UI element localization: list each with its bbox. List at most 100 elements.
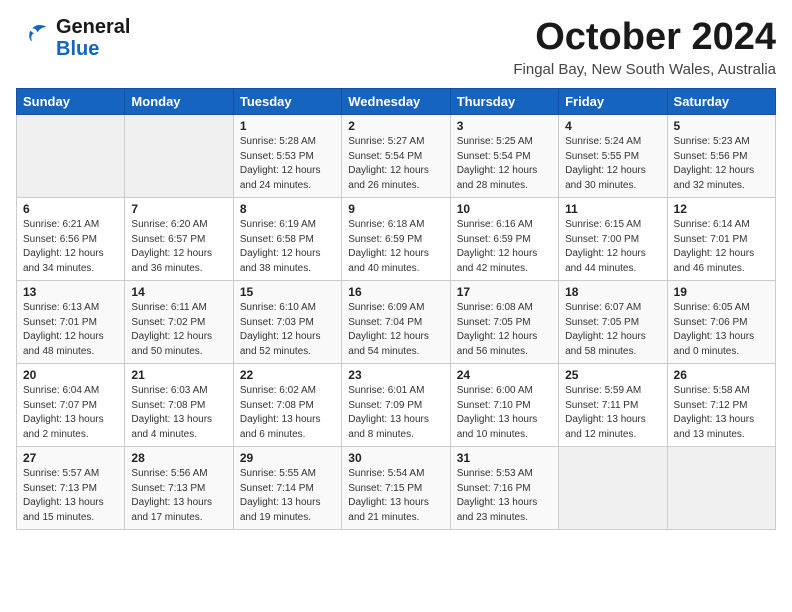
day-info: Sunrise: 5:54 AM Sunset: 7:15 PM Dayligh… (348, 467, 443, 525)
day-number: 3 (457, 119, 552, 133)
day-number: 9 (348, 202, 443, 216)
day-number: 20 (23, 368, 118, 382)
day-number: 11 (565, 202, 660, 216)
day-info: Sunrise: 5:28 AM Sunset: 5:53 PM Dayligh… (240, 135, 335, 193)
day-info: Sunrise: 6:03 AM Sunset: 7:08 PM Dayligh… (131, 384, 226, 442)
month-title: October 2024 (513, 16, 776, 59)
calendar-cell (667, 447, 775, 530)
calendar-week-row: 13Sunrise: 6:13 AM Sunset: 7:01 PM Dayli… (17, 281, 776, 364)
day-number: 25 (565, 368, 660, 382)
day-number: 10 (457, 202, 552, 216)
calendar-cell: 1 Sunrise: 5:28 AM Sunset: 5:53 PM Daylig… (233, 115, 341, 198)
calendar-cell (125, 115, 233, 198)
day-info: Sunrise: 6:11 AM Sunset: 7:02 PM Dayligh… (131, 301, 226, 359)
calendar-cell: 16Sunrise: 6:09 AM Sunset: 7:04 PM Dayli… (342, 281, 450, 364)
calendar-week-row: 1 Sunrise: 5:28 AM Sunset: 5:53 PM Daylig… (17, 115, 776, 198)
day-info: Sunrise: 6:19 AM Sunset: 6:58 PM Dayligh… (240, 218, 335, 276)
day-number: 18 (565, 285, 660, 299)
day-info: Sunrise: 5:27 AM Sunset: 5:54 PM Dayligh… (348, 135, 443, 193)
page-header: General Blue October 2024 Fingal Bay, Ne… (16, 16, 776, 78)
day-info: Sunrise: 6:08 AM Sunset: 7:05 PM Dayligh… (457, 301, 552, 359)
day-info: Sunrise: 6:01 AM Sunset: 7:09 PM Dayligh… (348, 384, 443, 442)
calendar-cell: 22 Sunrise: 6:02 AM Sunset: 7:08 PM Dayli… (233, 364, 341, 447)
day-info: Sunrise: 6:21 AM Sunset: 6:56 PM Dayligh… (23, 218, 118, 276)
day-number: 1 (240, 119, 335, 133)
day-info: Sunrise: 6:14 AM Sunset: 7:01 PM Dayligh… (674, 218, 769, 276)
day-info: Sunrise: 6:15 AM Sunset: 7:00 PM Dayligh… (565, 218, 660, 276)
day-number: 23 (348, 368, 443, 382)
day-info: Sunrise: 5:57 AM Sunset: 7:13 PM Dayligh… (23, 467, 118, 525)
calendar-cell: 3 Sunrise: 5:25 AM Sunset: 5:54 PM Daylig… (450, 115, 558, 198)
day-number: 15 (240, 285, 335, 299)
calendar-cell: 6 Sunrise: 6:21 AM Sunset: 6:56 PM Daylig… (17, 198, 125, 281)
calendar-cell: 9 Sunrise: 6:18 AM Sunset: 6:59 PM Daylig… (342, 198, 450, 281)
calendar-cell: 26 Sunrise: 5:58 AM Sunset: 7:12 PM Dayli… (667, 364, 775, 447)
day-info: Sunrise: 5:58 AM Sunset: 7:12 PM Dayligh… (674, 384, 769, 442)
calendar-cell: 10 Sunrise: 6:16 AM Sunset: 6:59 PM Dayli… (450, 198, 558, 281)
weekday-header: Saturday (667, 89, 775, 115)
calendar-cell: 11 Sunrise: 6:15 AM Sunset: 7:00 PM Dayli… (559, 198, 667, 281)
day-info: Sunrise: 5:59 AM Sunset: 7:11 PM Dayligh… (565, 384, 660, 442)
weekday-header: Wednesday (342, 89, 450, 115)
calendar-cell: 15Sunrise: 6:10 AM Sunset: 7:03 PM Dayli… (233, 281, 341, 364)
day-info: Sunrise: 5:24 AM Sunset: 5:55 PM Dayligh… (565, 135, 660, 193)
calendar-cell: 29Sunrise: 5:55 AM Sunset: 7:14 PM Dayli… (233, 447, 341, 530)
day-info: Sunrise: 5:23 AM Sunset: 5:56 PM Dayligh… (674, 135, 769, 193)
calendar-cell: 27 Sunrise: 5:57 AM Sunset: 7:13 PM Dayli… (17, 447, 125, 530)
calendar-cell: 17Sunrise: 6:08 AM Sunset: 7:05 PM Dayli… (450, 281, 558, 364)
calendar-cell: 7Sunrise: 6:20 AM Sunset: 6:57 PM Daylig… (125, 198, 233, 281)
day-number: 24 (457, 368, 552, 382)
calendar-cell (17, 115, 125, 198)
day-number: 19 (674, 285, 769, 299)
weekday-header: Sunday (17, 89, 125, 115)
calendar-cell: 5 Sunrise: 5:23 AM Sunset: 5:56 PM Daylig… (667, 115, 775, 198)
day-info: Sunrise: 6:07 AM Sunset: 7:05 PM Dayligh… (565, 301, 660, 359)
day-number: 12 (674, 202, 769, 216)
day-number: 31 (457, 451, 552, 465)
logo: General Blue (16, 16, 130, 60)
day-number: 30 (348, 451, 443, 465)
day-info: Sunrise: 6:18 AM Sunset: 6:59 PM Dayligh… (348, 218, 443, 276)
title-block: October 2024 Fingal Bay, New South Wales… (513, 16, 776, 78)
day-number: 6 (23, 202, 118, 216)
calendar-cell: 12 Sunrise: 6:14 AM Sunset: 7:01 PM Dayli… (667, 198, 775, 281)
day-info: Sunrise: 5:55 AM Sunset: 7:14 PM Dayligh… (240, 467, 335, 525)
day-info: Sunrise: 6:04 AM Sunset: 7:07 PM Dayligh… (23, 384, 118, 442)
day-number: 27 (23, 451, 118, 465)
day-info: Sunrise: 6:02 AM Sunset: 7:08 PM Dayligh… (240, 384, 335, 442)
calendar-cell: 28Sunrise: 5:56 AM Sunset: 7:13 PM Dayli… (125, 447, 233, 530)
day-number: 21 (131, 368, 226, 382)
calendar-week-row: 6 Sunrise: 6:21 AM Sunset: 6:56 PM Daylig… (17, 198, 776, 281)
logo-blue: Blue (56, 38, 130, 60)
calendar-week-row: 20 Sunrise: 6:04 AM Sunset: 7:07 PM Dayli… (17, 364, 776, 447)
weekday-header: Friday (559, 89, 667, 115)
weekday-header: Monday (125, 89, 233, 115)
day-number: 4 (565, 119, 660, 133)
day-info: Sunrise: 6:05 AM Sunset: 7:06 PM Dayligh… (674, 301, 769, 359)
day-number: 5 (674, 119, 769, 133)
day-info: Sunrise: 5:25 AM Sunset: 5:54 PM Dayligh… (457, 135, 552, 193)
day-number: 7 (131, 202, 226, 216)
calendar-cell: 14 Sunrise: 6:11 AM Sunset: 7:02 PM Dayli… (125, 281, 233, 364)
calendar-week-row: 27 Sunrise: 5:57 AM Sunset: 7:13 PM Dayli… (17, 447, 776, 530)
calendar-cell: 18 Sunrise: 6:07 AM Sunset: 7:05 PM Dayli… (559, 281, 667, 364)
logo-general: General (56, 16, 130, 38)
day-info: Sunrise: 6:16 AM Sunset: 6:59 PM Dayligh… (457, 218, 552, 276)
day-info: Sunrise: 6:13 AM Sunset: 7:01 PM Dayligh… (23, 301, 118, 359)
weekday-header: Thursday (450, 89, 558, 115)
calendar-cell: 31Sunrise: 5:53 AM Sunset: 7:16 PM Dayli… (450, 447, 558, 530)
calendar-cell: 4 Sunrise: 5:24 AM Sunset: 5:55 PM Daylig… (559, 115, 667, 198)
calendar-cell: 2Sunrise: 5:27 AM Sunset: 5:54 PM Daylig… (342, 115, 450, 198)
calendar-header-row: SundayMondayTuesdayWednesdayThursdayFrid… (17, 89, 776, 115)
day-number: 26 (674, 368, 769, 382)
day-number: 14 (131, 285, 226, 299)
day-number: 8 (240, 202, 335, 216)
calendar-cell: 8 Sunrise: 6:19 AM Sunset: 6:58 PM Daylig… (233, 198, 341, 281)
calendar-cell: 19 Sunrise: 6:05 AM Sunset: 7:06 PM Dayli… (667, 281, 775, 364)
logo-bird-icon (16, 18, 52, 54)
calendar-cell: 24 Sunrise: 6:00 AM Sunset: 7:10 PM Dayli… (450, 364, 558, 447)
day-number: 22 (240, 368, 335, 382)
weekday-header: Tuesday (233, 89, 341, 115)
calendar-cell: 21 Sunrise: 6:03 AM Sunset: 7:08 PM Dayli… (125, 364, 233, 447)
day-info: Sunrise: 6:00 AM Sunset: 7:10 PM Dayligh… (457, 384, 552, 442)
